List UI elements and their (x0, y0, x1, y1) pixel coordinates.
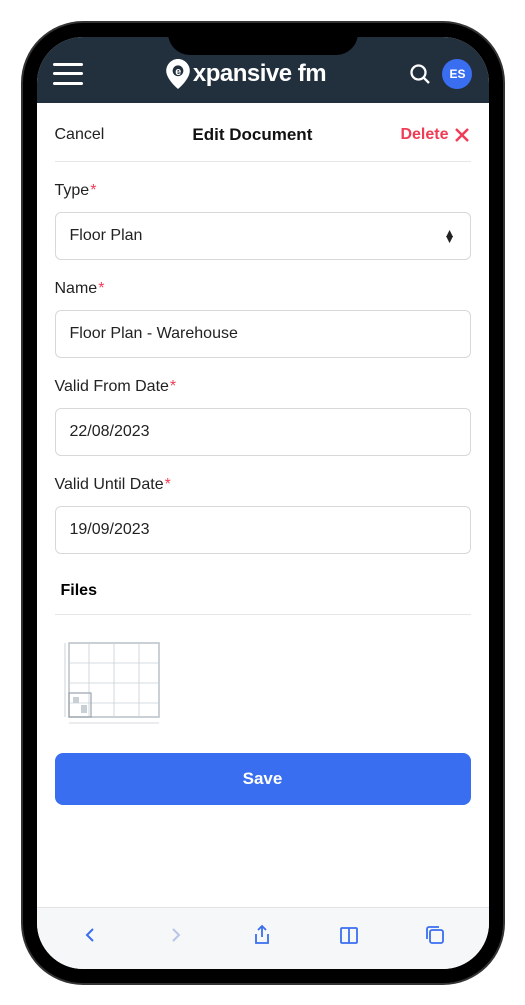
svg-text:e: e (175, 66, 181, 78)
back-icon[interactable] (78, 923, 102, 947)
type-select[interactable]: Floor Plan ▲▼ (55, 212, 471, 260)
bookmarks-icon[interactable] (337, 923, 361, 947)
name-field-group: Name* Floor Plan - Warehouse (55, 280, 471, 358)
valid-from-value: 22/08/2023 (70, 423, 150, 441)
delete-label: Delete (400, 126, 448, 144)
type-value: Floor Plan (70, 227, 143, 245)
map-pin-icon: e (165, 59, 191, 89)
tabs-icon[interactable] (423, 923, 447, 947)
menu-button[interactable] (53, 63, 83, 85)
avatar-initials: ES (449, 67, 465, 81)
cancel-button[interactable]: Cancel (55, 126, 105, 144)
name-input[interactable]: Floor Plan - Warehouse (55, 310, 471, 358)
floorplan-thumbnail-icon (59, 633, 169, 733)
modal-header: Cancel Edit Document Delete (55, 103, 471, 162)
user-avatar[interactable]: ES (442, 59, 472, 89)
app-logo: e xpansive fm (165, 59, 326, 89)
content-area: Cancel Edit Document Delete Type* Floor … (37, 103, 489, 907)
valid-until-field-group: Valid Until Date* 19/09/2023 (55, 476, 471, 554)
search-icon[interactable] (408, 62, 432, 86)
chevron-updown-icon: ▲▼ (444, 230, 456, 242)
forward-icon[interactable] (164, 923, 188, 947)
valid-until-label: Valid Until Date* (55, 476, 171, 494)
close-icon (454, 127, 470, 143)
phone-screen: e xpansive fm ES Cancel Edit Document De (37, 37, 489, 969)
type-label: Type* (55, 182, 97, 200)
type-field-group: Type* Floor Plan ▲▼ (55, 182, 471, 260)
phone-notch (168, 23, 358, 55)
name-value: Floor Plan - Warehouse (70, 325, 238, 343)
valid-from-label: Valid From Date* (55, 378, 177, 396)
file-thumbnail[interactable] (59, 633, 169, 733)
phone-frame: e xpansive fm ES Cancel Edit Document De (23, 23, 503, 983)
page-title: Edit Document (192, 125, 312, 145)
share-icon[interactable] (250, 923, 274, 947)
brand-text: xpansive fm (193, 60, 326, 88)
files-section-label: Files (55, 564, 471, 615)
browser-toolbar (37, 907, 489, 963)
valid-until-input[interactable]: 19/09/2023 (55, 506, 471, 554)
bottom-spacer (37, 963, 489, 969)
valid-until-value: 19/09/2023 (70, 521, 150, 539)
valid-from-field-group: Valid From Date* 22/08/2023 (55, 378, 471, 456)
delete-button[interactable]: Delete (400, 126, 470, 144)
name-label: Name* (55, 280, 105, 298)
valid-from-input[interactable]: 22/08/2023 (55, 408, 471, 456)
save-button[interactable]: Save (55, 753, 471, 805)
header-actions: ES (408, 59, 472, 89)
